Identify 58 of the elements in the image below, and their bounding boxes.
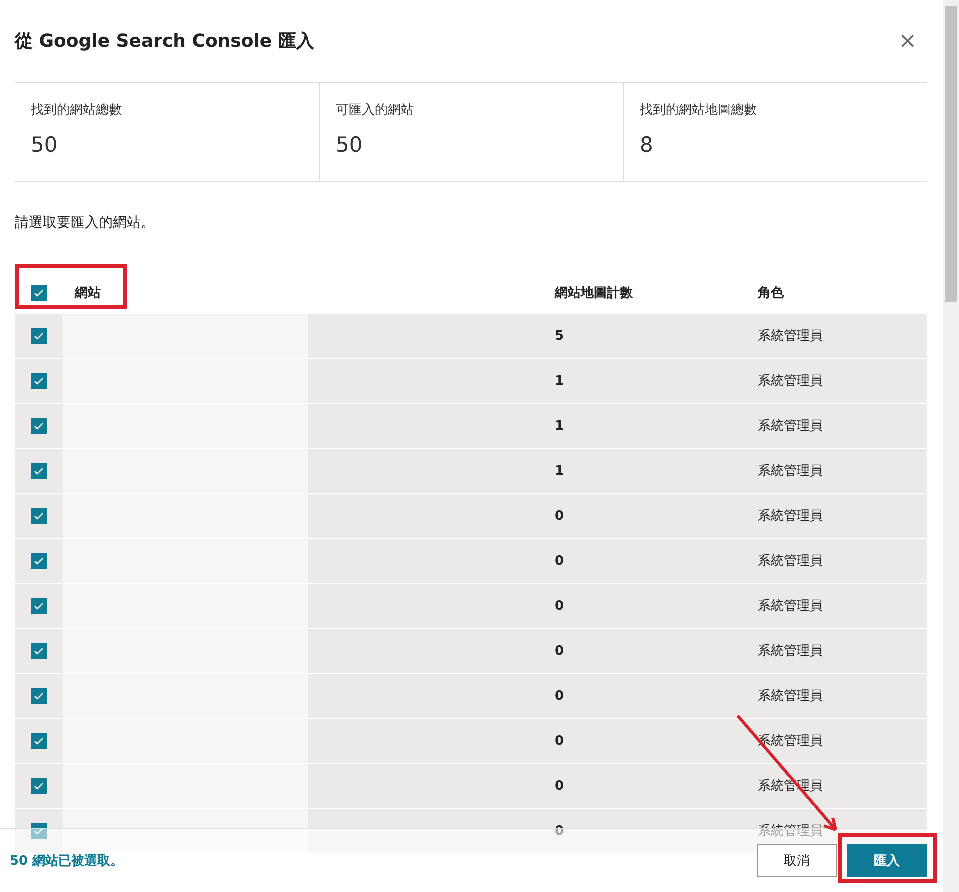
checkbox[interactable] [31, 508, 47, 524]
checkbox[interactable] [31, 598, 47, 614]
table-cell: 系統管理員 [758, 509, 823, 524]
table-row[interactable]: 5 系統管理員 [15, 314, 927, 359]
table-row[interactable]: 0 系統管理員 [15, 539, 927, 584]
dialog-title: 從 Google Search Console 匯入 [15, 30, 314, 53]
table-cell: 系統管理員 [758, 644, 823, 659]
cancel-button[interactable]: 取消 [757, 844, 837, 877]
close-button[interactable]: × [894, 28, 921, 54]
checkbox[interactable] [31, 643, 47, 659]
checkbox[interactable] [31, 373, 47, 389]
table-cell: 系統管理員 [758, 329, 823, 344]
column-header: 網站 [75, 285, 101, 302]
table-cell: 0 [555, 508, 564, 524]
table-row[interactable]: 1 系統管理員 [15, 359, 927, 404]
checkbox[interactable] [31, 463, 47, 479]
column-header: 網站地圖計數 [555, 286, 633, 301]
checkbox[interactable] [31, 823, 47, 839]
stat-value: 50 [336, 133, 364, 157]
selection-status: 50 網站已被選取。 [10, 852, 124, 870]
table-row[interactable]: 1 系統管理員 [15, 449, 927, 494]
table-row[interactable]: 1 系統管理員 [15, 404, 927, 449]
table-row[interactable]: 0 系統管理員 [15, 674, 927, 719]
stat-label: 找到的網站地圖總數 [640, 102, 758, 119]
checkbox[interactable] [31, 688, 47, 704]
checkbox[interactable] [31, 418, 47, 434]
scrollbar[interactable] [943, 0, 959, 892]
table-row[interactable]: 0 系統管理員 [15, 629, 927, 674]
checkbox[interactable] [31, 553, 47, 569]
checkbox[interactable] [31, 285, 47, 301]
stat-label: 找到的網站總數 [31, 102, 123, 119]
table-row[interactable]: 0 系統管理員 [15, 494, 927, 539]
table-cell: 0 [555, 688, 564, 704]
table-cell: 系統管理員 [758, 419, 823, 434]
table-row[interactable]: 0 系統管理員 [15, 584, 927, 629]
table-cell: 0 [555, 598, 564, 614]
table-cell: 系統管理員 [758, 689, 823, 704]
table-cell: 1 [555, 418, 564, 434]
import-button[interactable]: 匯入 [847, 844, 927, 877]
checkbox[interactable] [31, 778, 47, 794]
table-cell: 0 [555, 554, 564, 568]
table-cell: 1 [555, 374, 564, 388]
checkbox[interactable] [31, 328, 47, 344]
table-cell: 0 [555, 734, 564, 748]
table-cell: 系統管理員 [758, 554, 823, 569]
table-cell: 0 [555, 644, 564, 658]
checkbox[interactable] [31, 733, 47, 749]
stat-label: 可匯入的網站 [336, 102, 415, 119]
table-cell: 系統管理員 [758, 374, 823, 389]
table-cell: 1 [555, 464, 564, 478]
table-cell: 系統管理員 [758, 599, 823, 614]
instruction-text: 請選取要匯入的網站。 [15, 214, 156, 233]
table-cell: 系統管理員 [758, 464, 823, 479]
column-header: 角色 [758, 286, 784, 301]
stat-value: 8 [640, 133, 654, 157]
table-cell: 5 [555, 328, 564, 344]
table-cell: 0 [555, 778, 564, 794]
stat-value: 50 [31, 133, 59, 157]
